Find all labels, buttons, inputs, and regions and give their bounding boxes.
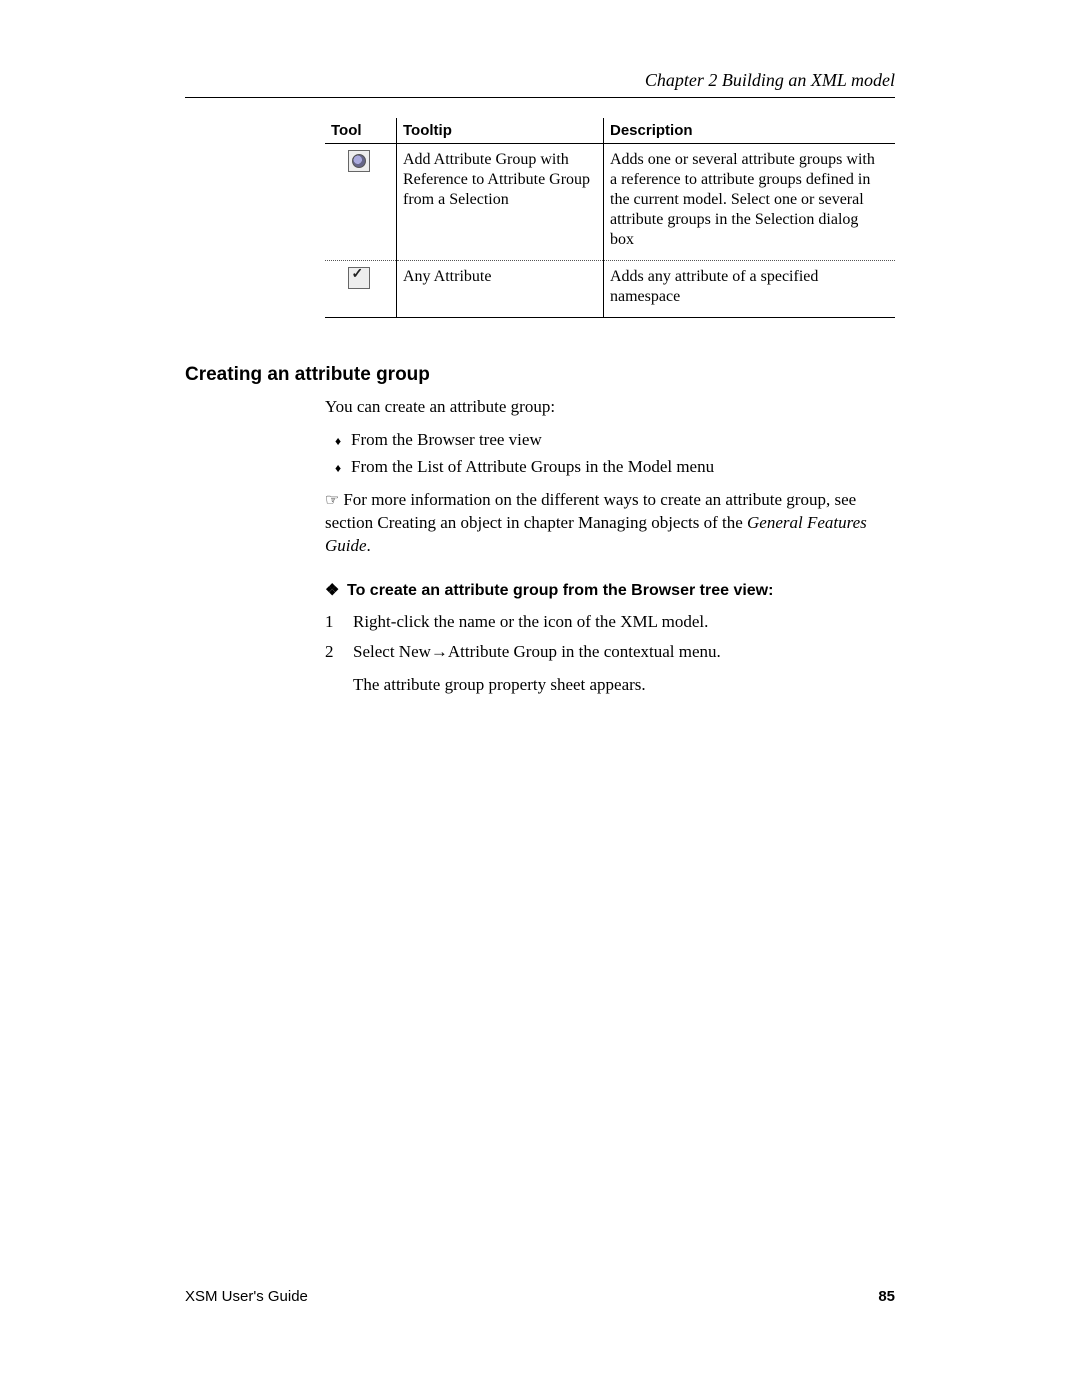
table-row: Add Attribute Group with Reference to At… <box>325 144 895 261</box>
note-icon <box>325 490 343 509</box>
list-item: From the List of Attribute Groups in the… <box>325 456 895 479</box>
bullet-list: From the Browser tree view From the List… <box>325 429 895 479</box>
cell-description: Adds any attribute of a specified namesp… <box>604 261 896 318</box>
note-block: For more information on the different wa… <box>325 489 895 558</box>
page-footer: XSM User's Guide 85 <box>185 1288 895 1305</box>
steps-list: Right-click the name or the icon of the … <box>325 609 895 664</box>
procedure-heading: To create an attribute group from the Br… <box>325 580 895 602</box>
tool-table: Tool Tooltip Description Add Attribute G… <box>325 118 895 318</box>
th-tool: Tool <box>325 118 397 144</box>
page: Chapter 2 Building an XML model Tool Too… <box>0 0 1080 1397</box>
section-body: You can create an attribute group: From … <box>325 396 895 697</box>
step-item: Select New→Attribute Group in the contex… <box>325 639 895 665</box>
cell-tooltip: Add Attribute Group with Reference to At… <box>397 144 604 261</box>
chapter-header: Chapter 2 Building an XML model <box>185 70 895 98</box>
cell-description: Adds one or several attribute groups wit… <box>604 144 896 261</box>
step-result: The attribute group property sheet appea… <box>353 674 895 697</box>
attr-group-ref-icon <box>348 150 370 172</box>
th-tooltip: Tooltip <box>397 118 604 144</box>
footer-guide: XSM User's Guide <box>185 1288 308 1305</box>
intro-text: You can create an attribute group: <box>325 396 895 419</box>
cell-tooltip: Any Attribute <box>397 261 604 318</box>
th-description: Description <box>604 118 896 144</box>
list-item: From the Browser tree view <box>325 429 895 452</box>
footer-page-number: 85 <box>878 1288 895 1305</box>
any-attribute-icon <box>348 267 370 289</box>
table-row: Any Attribute Adds any attribute of a sp… <box>325 261 895 318</box>
note-end: . <box>367 536 371 555</box>
section-heading: Creating an attribute group <box>185 364 895 386</box>
step-item: Right-click the name or the icon of the … <box>325 609 895 635</box>
